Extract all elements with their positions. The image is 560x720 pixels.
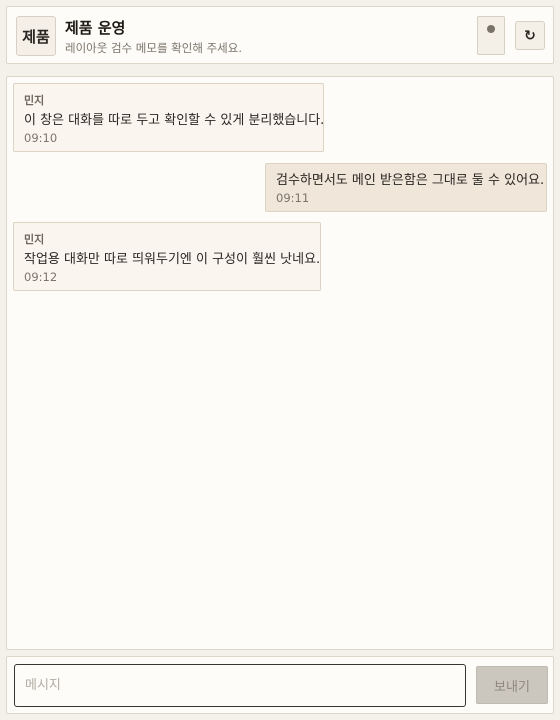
message-sender: 민지 xyxy=(24,233,45,246)
send-button[interactable]: 보내기 xyxy=(476,666,548,704)
channel-avatar: 제품 xyxy=(16,16,56,56)
channel-title: 제품 운영 xyxy=(65,19,126,37)
refresh-icon: ↻ xyxy=(524,27,536,44)
message-bubble-outgoing: 검수하면서도 메인 받은함은 그대로 둘 수 있어요. 09:11 xyxy=(265,163,547,212)
message-time: 09:10 xyxy=(24,131,58,145)
status-indicator xyxy=(477,16,505,55)
message-text: 이 창은 대화를 따로 두고 확인할 수 있게 분리했습니다. xyxy=(24,113,325,128)
message-time: 09:11 xyxy=(276,191,310,205)
message-input[interactable] xyxy=(14,664,466,707)
message-bubble-incoming: 민지 이 창은 대화를 따로 두고 확인할 수 있게 분리했습니다. 09:10 xyxy=(13,83,324,152)
message-sender: 민지 xyxy=(24,94,45,107)
status-dot-icon xyxy=(487,25,495,33)
chat-header: 제품 제품 운영 레이아웃 검수 메모를 확인해 주세요. ↻ xyxy=(6,6,554,64)
channel-subtitle: 레이아웃 검수 메모를 확인해 주세요. xyxy=(65,41,242,55)
refresh-button[interactable]: ↻ xyxy=(515,21,545,50)
message-text: 작업용 대화만 따로 띄워두기엔 이 구성이 훨씬 낫네요. xyxy=(24,252,321,267)
message-bubble-incoming: 민지 작업용 대화만 따로 띄워두기엔 이 구성이 훨씬 낫네요. 09:12 xyxy=(13,222,321,291)
message-time: 09:12 xyxy=(24,270,58,284)
message-text: 검수하면서도 메인 받은함은 그대로 둘 수 있어요. xyxy=(276,173,545,188)
message-composer: 보내기 xyxy=(6,656,554,714)
message-list[interactable]: 민지 이 창은 대화를 따로 두고 확인할 수 있게 분리했습니다. 09:10… xyxy=(6,76,554,650)
